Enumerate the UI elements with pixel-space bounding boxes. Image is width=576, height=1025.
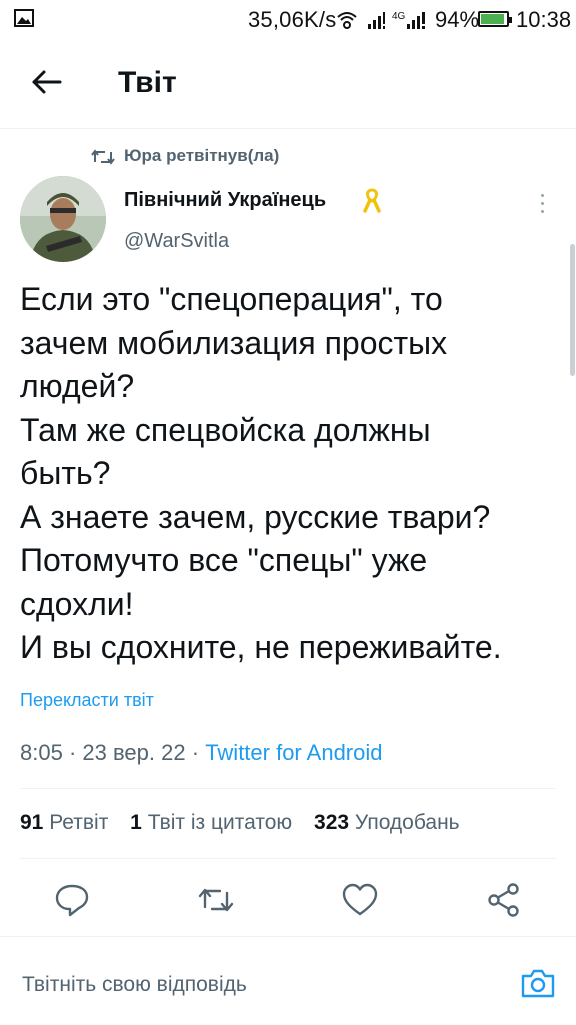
tweet-line: быть? [20,455,111,491]
retweet-button[interactable] [196,880,236,920]
camera-button[interactable] [520,967,556,999]
battery-percentage: 94% [435,7,480,32]
quotes-label: Твіт із цитатою [147,811,293,834]
retweets-label: Ретвіт [49,811,109,834]
clock: 10:38 [516,7,572,32]
tweet-stats: 91 Ретвіт 1 Твіт із цитатою 323 Уподобан… [20,811,476,835]
reply-composer: Твітніть свою відповідь [0,936,576,1025]
likes-label: Уподобань [354,811,460,834]
tweet-line: Там же спецвойска должны [20,411,431,448]
share-icon [488,883,519,917]
avatar-image [20,176,106,262]
arrow-left-icon [32,70,62,94]
battery-icon [478,11,512,27]
quotes-count: 1 [130,811,142,834]
reply-input[interactable]: Твітніть свою відповідь [22,973,247,997]
divider [20,858,556,859]
retweets-stat[interactable]: 91 Ретвіт [20,811,108,835]
tweet-client-link[interactable]: Twitter for Android [205,740,382,765]
tweet-line: сдохли! [20,585,134,622]
retweet-icon [91,149,115,165]
quotes-stat[interactable]: 1 Твіт із цитатою [130,811,292,835]
tweet-line: Потомучто все "спецы" уже [20,542,428,578]
wifi-icon [337,12,357,29]
page-title: Твіт [118,66,177,99]
yellow-ribbon-icon [363,188,381,213]
likes-stat[interactable]: 323 Уподобань [314,811,460,835]
network-type: 4G [392,11,406,22]
tweet-meta: 8:05 · 23 вер. 22 · Twitter for Android [20,740,383,766]
retweets-count: 91 [20,811,44,834]
retweeted-by[interactable]: Юра ретвітнув(ла) [124,146,279,166]
reply-icon [55,884,89,917]
author-handle[interactable]: @WarSvitla [124,230,229,253]
back-button[interactable] [28,62,68,102]
tweet-date: 23 вер. 22 [82,740,186,765]
more-options-button[interactable] [532,190,554,218]
more-icon [541,194,544,197]
share-button[interactable] [484,880,524,920]
signal-icon [368,12,385,29]
retweet-icon [198,888,234,912]
reply-button[interactable] [52,880,92,920]
author-name[interactable]: Північний Українець [124,189,326,212]
tweet-line: Если это "спецоперация", то [20,281,443,317]
like-button[interactable] [340,880,380,920]
camera-icon [521,969,555,998]
signal-icon-2 [407,12,425,29]
more-icon-dot [541,210,544,213]
tweet-line: И вы сдохните, не переживайте. [20,629,502,665]
image-icon [14,9,34,27]
likes-count: 323 [314,811,350,834]
network-speed: 35,06K/s [248,7,337,32]
tweet-line: зачем мобилизация простых [20,324,448,361]
meta-separator: · [191,740,200,765]
app-header: Твіт [0,40,576,129]
more-icon-dot [541,202,544,205]
like-icon [342,883,378,916]
divider [20,788,556,789]
meta-separator: · [68,740,77,765]
status-bar: 35,06K/s 4G 94% 10:38 [0,0,576,40]
avatar[interactable] [20,176,106,262]
tweet-line: А знаете зачем, русские твари? [20,498,491,535]
tweet-time: 8:05 [20,740,63,765]
tweet-line: людей? [20,368,135,404]
tweet-text: Если это "спецоперация", то зачем мобили… [20,278,568,670]
scrollbar[interactable] [570,244,575,376]
translate-tweet-link[interactable]: Перекласти твіт [20,690,154,711]
